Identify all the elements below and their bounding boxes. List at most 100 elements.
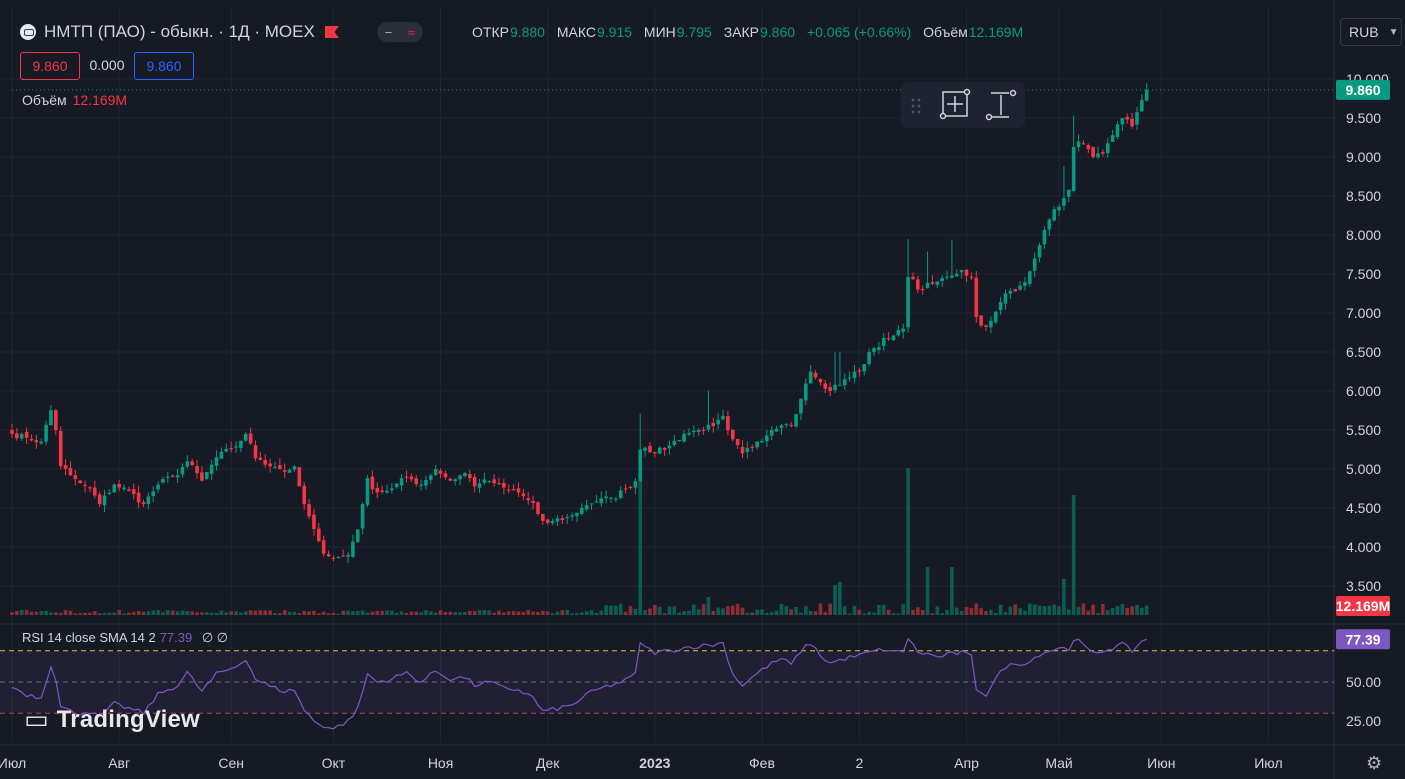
candle-body	[185, 461, 190, 467]
close-value: 9.860	[760, 24, 796, 40]
candle-body	[83, 484, 87, 486]
candle-body	[1032, 258, 1037, 271]
gear-icon[interactable]: ⚙	[1366, 753, 1382, 774]
volume-bar	[643, 609, 647, 615]
candle-body	[278, 465, 282, 470]
time-tick-label: 2023	[639, 755, 670, 771]
volume-bar	[234, 611, 238, 615]
time-tick-label: Дек	[536, 755, 560, 771]
candle-body	[88, 487, 92, 489]
volume-bar	[170, 610, 175, 615]
volume-bar	[589, 610, 594, 615]
volume-bar	[1071, 495, 1076, 615]
volume-bar	[24, 610, 29, 615]
candle-body	[195, 466, 199, 474]
volume-bar	[278, 613, 282, 615]
candle-body	[239, 440, 243, 448]
candle-body	[351, 541, 355, 557]
candle-body	[769, 430, 774, 436]
volume-bar	[175, 611, 180, 615]
volume-bar	[959, 610, 964, 615]
wave-icon: ≈	[407, 24, 415, 40]
volume-bar	[555, 611, 560, 615]
symbol-title[interactable]: НМТП (ПАО) - обыкн. · 1Д · MOEX	[44, 22, 315, 42]
volume-bar	[726, 606, 730, 615]
volume-bar	[185, 611, 190, 615]
volume-bar	[628, 606, 633, 615]
candle-body	[200, 472, 204, 481]
candle-body	[1140, 100, 1144, 112]
candle-body	[594, 501, 599, 503]
candle-body	[1057, 206, 1061, 211]
time-tick-label: Июл	[1254, 755, 1282, 771]
price-chart[interactable]: 10.0009.5009.0008.5008.0007.5007.0006.50…	[0, 0, 1405, 779]
candle-body	[730, 429, 735, 440]
volume-bar	[1081, 603, 1086, 615]
volume-bar	[950, 567, 954, 615]
last-volume-label: 12.169M	[1336, 598, 1390, 614]
volume-bar	[550, 613, 555, 615]
sell-price-button[interactable]: 9.860	[20, 52, 80, 80]
volume-bar	[1105, 609, 1110, 615]
volume-bar	[526, 609, 531, 615]
candle-body	[1071, 146, 1076, 191]
candle-body	[828, 387, 832, 391]
drag-handle-icon[interactable]	[911, 98, 921, 114]
volume-bar	[239, 612, 243, 615]
candle-body	[414, 478, 419, 485]
candle-body	[672, 440, 677, 445]
volume-bar	[424, 610, 428, 615]
volume-bar	[107, 612, 112, 615]
candle-body	[258, 457, 263, 460]
volume-bar	[847, 613, 852, 615]
volume-bar	[599, 610, 604, 615]
volume-bar	[10, 612, 14, 615]
measure-range-icon[interactable]	[939, 88, 971, 120]
candle-body	[531, 500, 535, 503]
candle-body	[838, 384, 842, 386]
volume-bar	[594, 612, 599, 615]
candle-body	[127, 489, 131, 491]
volume-bar	[482, 609, 487, 615]
candle-body	[911, 276, 915, 280]
volume-bar	[653, 604, 657, 615]
volume-bar	[1028, 603, 1032, 615]
currency-selector[interactable]: RUB ▼	[1340, 18, 1402, 46]
candle-body	[1047, 219, 1052, 230]
candle-body	[1091, 147, 1095, 157]
volume-bar	[1042, 606, 1047, 615]
volume-bar	[765, 612, 769, 615]
volume-bar	[282, 610, 287, 615]
candle-body	[58, 431, 63, 467]
volume-bar	[609, 605, 613, 615]
candle-body	[614, 498, 618, 500]
volume-bar	[287, 611, 292, 615]
candle-body	[516, 488, 521, 493]
volume-bar	[672, 606, 677, 615]
candle-body	[818, 379, 823, 383]
candle-body	[1101, 152, 1105, 154]
volume-bar	[273, 613, 277, 615]
indicator-toggle[interactable]: − ≈	[376, 22, 423, 42]
candle-body	[799, 398, 803, 414]
volume-bar	[774, 610, 779, 615]
price-tick-label: 9.500	[1346, 110, 1381, 126]
candle-body	[648, 445, 652, 453]
candle-body	[317, 528, 321, 542]
brand-name: TradingView	[56, 705, 200, 733]
volume-bar	[458, 612, 462, 615]
volume-value: 12.169M	[968, 24, 1024, 40]
candle-body	[979, 315, 983, 326]
volume-bar	[312, 610, 316, 615]
candle-body	[521, 493, 526, 497]
candle-body	[692, 430, 696, 433]
candle-body	[599, 498, 604, 504]
volume-bar	[877, 605, 881, 615]
volume-bar	[453, 612, 457, 615]
candle-body	[696, 430, 701, 432]
buy-price-button[interactable]: 9.860	[134, 52, 194, 80]
candle-body	[156, 484, 160, 490]
candle-body	[1066, 189, 1071, 197]
volume-bar	[667, 606, 672, 615]
price-range-icon[interactable]	[985, 89, 1017, 121]
